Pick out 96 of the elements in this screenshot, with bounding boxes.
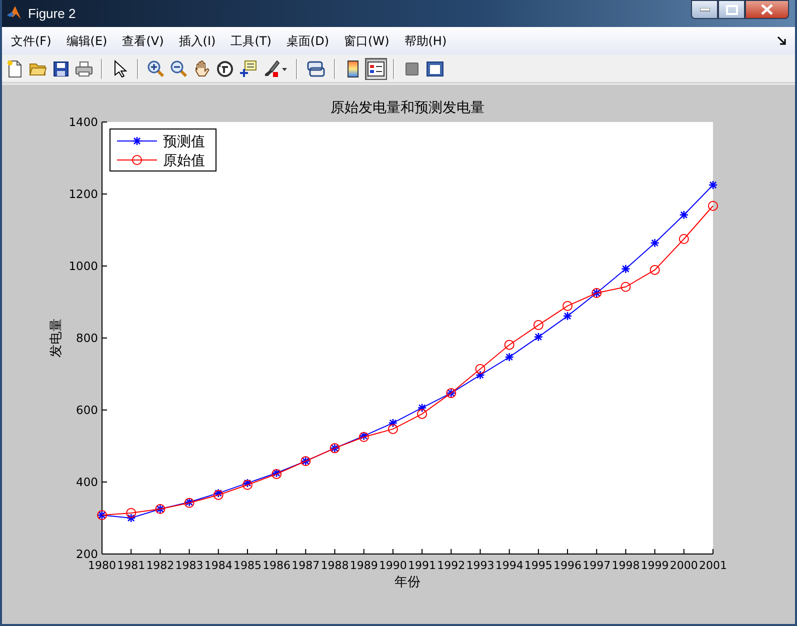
data-marker: [504, 340, 514, 350]
data-marker: [622, 264, 630, 273]
minimize-icon: [700, 8, 710, 12]
axis-label: 发电量: [49, 318, 64, 358]
tick-label: 1985: [233, 559, 262, 572]
rotate-icon: [216, 60, 234, 78]
menu-item[interactable]: 工具(T): [224, 30, 278, 52]
data-marker: [533, 320, 544, 330]
link-icon: [306, 60, 326, 78]
tick-label: 1987: [292, 559, 320, 572]
menu-item[interactable]: 窗口(W): [337, 30, 396, 52]
save-icon: [53, 60, 69, 77]
menu-item[interactable]: 桌面(D): [279, 30, 336, 52]
data-marker: [476, 371, 484, 380]
menu-item[interactable]: 查看(V): [115, 30, 171, 52]
tick-label: 1996: [554, 559, 582, 572]
maximize-icon: [726, 4, 738, 14]
data-marker: [388, 424, 398, 434]
tick-label: 1992: [437, 559, 466, 572]
data-marker: [475, 364, 486, 374]
tick-label: 1993: [466, 559, 494, 572]
new-file-icon: [7, 60, 23, 78]
folder-icon: [29, 60, 47, 77]
axis-label: 年份: [394, 575, 420, 590]
tick-label: 1983: [175, 559, 204, 572]
menu-item[interactable]: 文件(F): [4, 30, 58, 52]
tick-label: 1991: [408, 559, 436, 572]
data-marker: [505, 353, 514, 362]
zoom-out-icon: [170, 60, 188, 78]
data-marker: [562, 300, 573, 311]
hand-icon: [193, 60, 211, 78]
tick-label: 800: [76, 331, 98, 346]
data-marker: [214, 489, 222, 498]
data-marker: [709, 181, 717, 190]
chart-title: 原始发电量和预测发电量: [330, 100, 484, 116]
data-marker: [418, 404, 426, 412]
arrow-icon[interactable]: [777, 36, 787, 46]
data-marker: [534, 332, 542, 341]
data-marker: [680, 210, 688, 219]
data-marker: [360, 432, 368, 440]
data-marker: [650, 238, 659, 247]
tick-label: 1988: [320, 559, 349, 572]
data-cursor-icon: [239, 60, 257, 78]
close-button[interactable]: [745, 0, 789, 19]
data-marker: [650, 264, 660, 275]
zoom-in-icon: [147, 60, 165, 78]
data-marker: [388, 418, 397, 427]
legend-label: 预测值: [163, 134, 205, 150]
tick-label: 1998: [612, 559, 640, 572]
tick-label: 1989: [350, 559, 378, 572]
data-marker: [417, 408, 428, 419]
tick-label: 1200: [68, 187, 98, 202]
tick-label: 1986: [262, 559, 291, 572]
tick-label: 1980: [88, 559, 116, 572]
menu-item[interactable]: 插入(I): [172, 30, 223, 52]
tick-label: 1984: [204, 559, 232, 572]
colorbar-icon: [347, 60, 359, 78]
data-marker: [242, 480, 252, 490]
legend-icon: [367, 60, 385, 77]
data-marker: [127, 514, 136, 522]
tick-label: 1981: [117, 559, 146, 572]
maximize-button[interactable]: [718, 0, 745, 19]
minimize-button[interactable]: [691, 0, 718, 19]
data-marker: [620, 282, 631, 292]
tick-label: 2001: [699, 559, 727, 572]
square-icon: [405, 62, 419, 76]
tick-label: 1400: [68, 115, 98, 130]
tick-label: 1994: [495, 559, 524, 572]
toolbar-button[interactable]: [365, 58, 387, 80]
close-icon: [761, 4, 773, 15]
tick-label: 1999: [640, 559, 669, 572]
tick-label: 600: [76, 403, 98, 418]
menu-item[interactable]: 编辑(E): [59, 30, 114, 52]
pointer-icon: [113, 60, 127, 78]
tick-label: 1997: [582, 559, 611, 572]
brush-icon: [262, 60, 288, 78]
tick-label: 1990: [378, 559, 407, 572]
data-marker: [243, 479, 252, 488]
menu-item[interactable]: 帮助(H): [397, 30, 454, 52]
data-marker: [358, 432, 369, 442]
tick-label: 1995: [524, 559, 552, 572]
toolbar-button[interactable]: [237, 58, 259, 80]
window-title: Figure 2: [28, 6, 77, 21]
tick-label: 200: [76, 547, 98, 562]
tick-label: 1982: [146, 559, 174, 572]
data-marker: [213, 490, 224, 500]
data-marker: [564, 312, 572, 320]
tick-label: 2000: [670, 559, 698, 572]
printer-icon: [75, 60, 93, 77]
data-marker: [678, 234, 689, 244]
data-marker: [126, 508, 136, 518]
frame-icon: [426, 60, 444, 77]
legend-label: 原始值: [163, 153, 205, 170]
tick-label: 1000: [68, 259, 98, 274]
data-marker: [708, 200, 718, 211]
tick-label: 400: [76, 475, 98, 490]
